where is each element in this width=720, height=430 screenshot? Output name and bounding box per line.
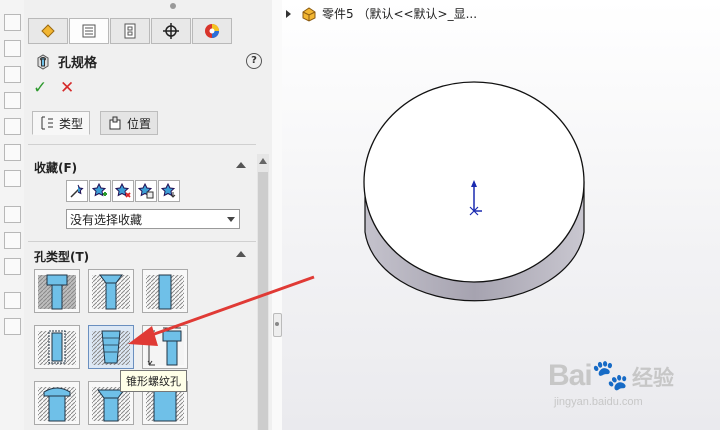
- strip-icon[interactable]: [4, 258, 21, 275]
- ok-button[interactable]: ✓: [33, 78, 47, 98]
- feature-tree-icon: [41, 24, 55, 38]
- straight-tap-hole-button[interactable]: [34, 325, 80, 369]
- strip-icon[interactable]: [4, 14, 21, 31]
- favorites-toolbar: [66, 180, 181, 202]
- simple-hole-icon: [146, 274, 184, 310]
- tab-position-label: 位置: [127, 116, 152, 131]
- legacy-hole-icon: [146, 327, 184, 366]
- straight-tap-icon: [38, 330, 76, 365]
- chevron-down-icon: [227, 217, 235, 222]
- save-favorite-button[interactable]: [135, 180, 157, 202]
- strip-icon[interactable]: [4, 292, 21, 309]
- panel-title-text: 孔规格: [58, 56, 98, 71]
- panel-splitter[interactable]: [272, 0, 282, 430]
- favorites-select[interactable]: 没有选择收藏: [66, 209, 240, 229]
- divider: [28, 241, 256, 242]
- part-name: 零件5 （默认<<默认>_显...: [322, 7, 478, 21]
- configuration-icon: [124, 23, 136, 39]
- strip-icon[interactable]: [4, 318, 21, 335]
- property-list-icon: [82, 24, 96, 38]
- property-manager-panel: 孔规格 ? ✓ ✕ 类型 位置 收藏(F) 没有选择收藏 孔类型(T) 锥形螺纹…: [24, 0, 273, 430]
- hole-type-tab-icon: [41, 116, 53, 130]
- splitter-grip[interactable]: [273, 313, 282, 337]
- strip-icon[interactable]: [4, 144, 21, 161]
- countersink-hole-button[interactable]: [88, 269, 134, 313]
- tapered-tap-icon: [92, 330, 130, 365]
- left-tool-strip: [0, 0, 25, 430]
- strip-icon[interactable]: [4, 66, 21, 83]
- tab-type-label: 类型: [59, 116, 84, 131]
- configuration-manager-tab[interactable]: [110, 18, 150, 44]
- dimxpert-tab[interactable]: [151, 18, 191, 44]
- scroll-up-icon[interactable]: [259, 158, 267, 164]
- counterbore-hole-button[interactable]: [34, 269, 80, 313]
- apply-defaults-icon: [70, 184, 84, 198]
- scroll-thumb[interactable]: [258, 172, 268, 430]
- favorites-heading[interactable]: 收藏(F): [34, 159, 77, 176]
- manager-tabs: [28, 18, 233, 44]
- simple-hole-button[interactable]: [142, 269, 188, 313]
- divider: [28, 144, 256, 145]
- strip-icon[interactable]: [4, 40, 21, 57]
- cancel-button[interactable]: ✕: [60, 78, 74, 98]
- add-favorite-button[interactable]: [89, 180, 111, 202]
- countersink-icon: [92, 274, 130, 310]
- tapered-tap-hole-button[interactable]: [88, 325, 134, 369]
- part-icon: [302, 6, 316, 22]
- delete-favorite-button[interactable]: [112, 180, 134, 202]
- strip-icon[interactable]: [4, 118, 21, 135]
- strip-icon[interactable]: [4, 92, 21, 109]
- feature-manager-tab[interactable]: [28, 18, 68, 44]
- star-load-icon: [161, 183, 176, 198]
- apply-defaults-button[interactable]: [66, 180, 88, 202]
- expand-arrow-icon[interactable]: [286, 9, 291, 18]
- load-favorite-button[interactable]: [158, 180, 180, 202]
- feature-tree-flyout[interactable]: 零件5 （默认<<默认>_显...: [286, 5, 477, 22]
- star-add-icon: [92, 183, 107, 197]
- star-save-icon: [138, 183, 154, 199]
- display-manager-tab[interactable]: [192, 18, 232, 44]
- panel-title: 孔规格: [34, 52, 97, 71]
- panel-scrollbar[interactable]: [257, 154, 269, 430]
- color-wheel-icon: [205, 24, 219, 38]
- panel-handle[interactable]: [170, 3, 176, 9]
- watermark-brand2: 经验: [632, 366, 675, 390]
- counterbore-slot-button[interactable]: [34, 381, 80, 425]
- favorites-select-value: 没有选择收藏: [70, 213, 143, 227]
- watermark-brand: Bai: [548, 359, 593, 392]
- tab-type[interactable]: 类型: [32, 111, 91, 135]
- counterbore-icon: [38, 274, 76, 310]
- hole-type-tooltip: 锥形螺纹孔: [120, 370, 187, 392]
- hole-type-heading[interactable]: 孔类型(T): [34, 248, 89, 265]
- star-delete-icon: [115, 183, 131, 198]
- counterbore-slot-icon: [38, 387, 76, 422]
- strip-icon[interactable]: [4, 232, 21, 249]
- hole-wizard-icon: [37, 53, 49, 70]
- paw-icon: 🐾: [591, 359, 629, 392]
- collapse-favorites-icon[interactable]: [236, 162, 246, 168]
- strip-icon[interactable]: [4, 170, 21, 187]
- legacy-hole-button[interactable]: [142, 325, 188, 369]
- crosshair-icon: [163, 23, 179, 39]
- property-manager-tab[interactable]: [69, 18, 109, 44]
- tab-position[interactable]: 位置: [100, 111, 159, 135]
- position-tab-icon: [109, 116, 121, 130]
- strip-icon[interactable]: [4, 206, 21, 223]
- triad-icon: [469, 180, 482, 216]
- baidu-watermark: Bai🐾 经验 jingyan.baidu.com: [548, 358, 675, 408]
- help-icon[interactable]: ?: [246, 53, 262, 69]
- watermark-url: jingyan.baidu.com: [554, 396, 643, 408]
- collapse-hole-type-icon[interactable]: [236, 251, 246, 257]
